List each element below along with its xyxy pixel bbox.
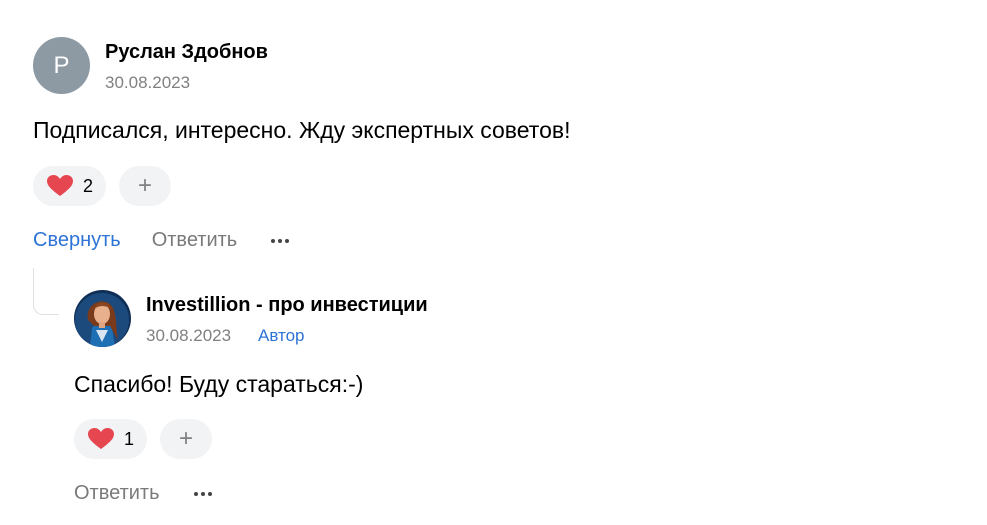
more-options-icon[interactable] xyxy=(271,238,290,243)
heart-icon xyxy=(47,175,73,196)
thread-connector xyxy=(33,268,59,315)
reply-text: Спасибо! Буду стараться:-) xyxy=(74,371,364,397)
reply-button[interactable]: Ответить xyxy=(152,229,238,252)
comment-reactions: 2 + xyxy=(33,166,172,206)
comment-text: Подписался, интересно. Жду экспертных со… xyxy=(33,117,571,143)
comments-thread: Р Руслан Здобнов 30.08.2023 Подписался, … xyxy=(0,0,987,525)
comment-actions: Свернуть Ответить xyxy=(33,229,290,252)
add-reaction-button[interactable]: + xyxy=(119,166,172,206)
reply-actions: Ответить xyxy=(74,482,212,505)
investillion-avatar-icon xyxy=(74,290,131,347)
comment-author-name[interactable]: Руслан Здобнов xyxy=(105,41,268,64)
author-badge: Автор xyxy=(258,326,305,345)
reply-like-count: 1 xyxy=(124,428,135,449)
reply-author-name[interactable]: Investillion - про инвестиции xyxy=(146,294,428,317)
comment-date: 30.08.2023 xyxy=(105,73,191,92)
reply-reactions: 1 + xyxy=(74,419,213,459)
reply-avatar[interactable] xyxy=(74,290,131,347)
like-count: 2 xyxy=(83,175,94,196)
collapse-button[interactable]: Свернуть xyxy=(33,229,121,252)
plus-icon: + xyxy=(138,172,153,199)
more-options-icon[interactable] xyxy=(193,491,212,496)
avatar[interactable]: Р xyxy=(33,37,90,94)
like-reaction-button[interactable]: 2 xyxy=(33,166,107,206)
reply-reply-button[interactable]: Ответить xyxy=(74,482,160,505)
reply-add-reaction-button[interactable]: + xyxy=(160,419,213,459)
reply-date: 30.08.2023 xyxy=(146,326,232,345)
heart-icon xyxy=(88,428,114,449)
plus-icon: + xyxy=(179,425,194,452)
reply-like-reaction-button[interactable]: 1 xyxy=(74,419,148,459)
